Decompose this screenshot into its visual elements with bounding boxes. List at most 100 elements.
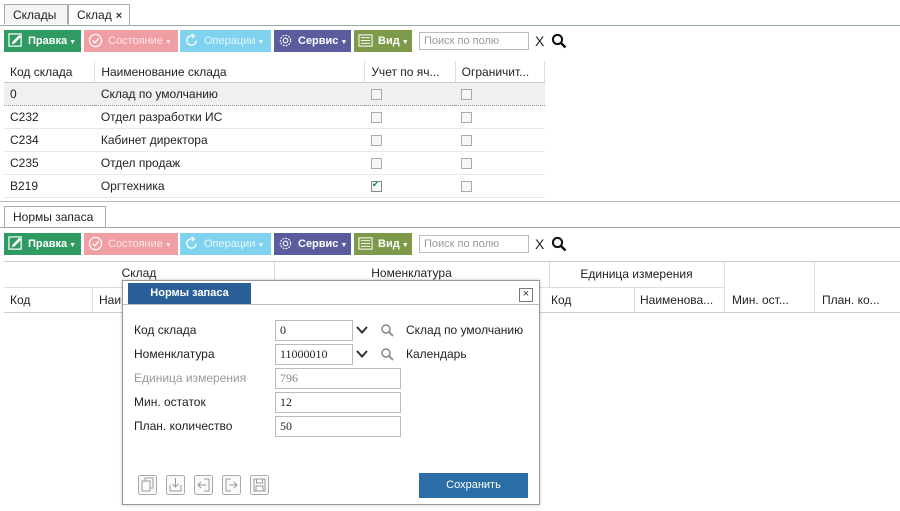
cell-limit — [455, 174, 545, 198]
checkbox[interactable] — [461, 112, 473, 124]
checkbox[interactable] — [370, 112, 382, 124]
chevron-down-icon[interactable] — [355, 323, 369, 337]
checkbox[interactable] — [461, 181, 473, 193]
edit-button-label: Правка — [28, 35, 68, 47]
cell-limit — [455, 151, 545, 175]
import-icon[interactable] — [194, 475, 213, 495]
dialog-close-button[interactable]: × — [519, 288, 533, 302]
save-button[interactable]: Сохранить — [419, 473, 528, 498]
service-button[interactable]: Сервис ▼ — [274, 233, 351, 255]
col-header-name[interactable]: Наименование склада — [94, 61, 366, 83]
export-icon[interactable] — [222, 475, 241, 495]
view-button[interactable]: Вид ▼ — [354, 233, 412, 255]
table-row[interactable]: C234 Кабинет директора — [4, 128, 545, 152]
chevron-down-icon[interactable] — [355, 347, 369, 361]
view-button[interactable]: Вид ▼ — [354, 30, 412, 52]
service-button-label: Сервис — [298, 35, 339, 47]
chevron-down-icon: ▼ — [164, 242, 172, 249]
tab-warehouse[interactable]: Склад × — [68, 4, 130, 26]
gear-icon — [279, 34, 292, 47]
list-view-icon — [358, 237, 373, 250]
operations-button[interactable]: Операции ▼ — [180, 30, 271, 52]
edit-icon — [8, 236, 22, 250]
operations-button-label: Операции — [204, 238, 256, 250]
search-input[interactable]: Поиск по полю — [419, 235, 529, 253]
col-header-limit[interactable]: Ограничит... — [455, 61, 546, 83]
dialog-title-divider — [123, 304, 539, 305]
checkbox[interactable] — [461, 89, 473, 101]
chevron-down-icon: ▼ — [340, 39, 348, 46]
stock-norms-dialog: Нормы запаса × Код склада 0 Склад по умо… — [122, 280, 540, 505]
edit-button[interactable]: Правка ▼ — [4, 233, 81, 255]
col-header-unit-name[interactable]: Наименова... — [640, 293, 713, 307]
col-divider — [92, 288, 93, 312]
service-button[interactable]: Сервис ▼ — [274, 30, 351, 52]
cell-name: Оргтехника — [94, 174, 365, 198]
chevron-down-icon: ▼ — [401, 39, 409, 46]
checkbox[interactable] — [370, 158, 382, 170]
clear-search-button[interactable]: X — [535, 236, 544, 252]
cell-accounting — [364, 174, 456, 198]
col-divider — [724, 288, 725, 312]
col-header-unit-code[interactable]: Код — [551, 293, 571, 307]
service-button-label: Сервис — [298, 238, 339, 250]
tabs-divider — [0, 25, 900, 26]
edit-button[interactable]: Правка ▼ — [4, 30, 81, 52]
col-header-plan-qty[interactable]: План. ко... — [822, 293, 880, 307]
table-row[interactable]: 0 Склад по умолчанию — [4, 82, 545, 106]
cell-name: Кабинет директора — [94, 128, 365, 152]
col-header-cell-accounting[interactable]: Учет по яч... — [364, 61, 456, 83]
section-divider — [0, 201, 900, 202]
min-stock-field[interactable]: 12 — [275, 392, 401, 413]
search-icon[interactable] — [380, 347, 394, 361]
checkbox[interactable] — [461, 158, 473, 170]
checkbox-checked[interactable] — [370, 179, 382, 193]
search-icon[interactable] — [551, 33, 567, 49]
status-button[interactable]: Состояние ▼ — [84, 30, 178, 52]
plan-qty-field[interactable]: 50 — [275, 416, 401, 437]
copy-icon[interactable] — [138, 475, 157, 495]
checkbox[interactable] — [370, 135, 382, 147]
clear-search-button[interactable]: X — [535, 33, 544, 49]
table-row[interactable]: C232 Отдел разработки ИС — [4, 105, 545, 129]
search-input[interactable]: Поиск по полю — [419, 32, 529, 50]
download-icon[interactable] — [166, 475, 185, 495]
col-header-code[interactable]: Код склада — [4, 61, 96, 83]
unit-label: Единица измерения — [134, 371, 247, 385]
nomenclature-field[interactable]: 11000010 — [275, 344, 353, 365]
checkbox[interactable] — [461, 135, 473, 147]
plan-qty-label: План. количество — [134, 419, 233, 433]
cell-code: C234 — [4, 128, 95, 152]
warehouse-code-label: Код склада — [134, 323, 197, 337]
chevron-down-icon: ▼ — [69, 242, 77, 249]
tab-warehouses-label: Склады — [13, 8, 57, 22]
dialog-title: Нормы запаса — [128, 283, 251, 304]
search-icon[interactable] — [551, 236, 567, 252]
col-header-name[interactable]: Наи — [99, 293, 121, 307]
gear-icon — [279, 237, 292, 250]
col-header-min-stock[interactable]: Мин. ост... — [732, 293, 789, 307]
refresh-icon — [186, 236, 197, 249]
search-icon[interactable] — [380, 323, 394, 337]
close-tab-icon[interactable]: × — [116, 10, 122, 22]
check-circle-icon — [88, 236, 103, 251]
warehouse-code-field[interactable]: 0 — [275, 320, 353, 341]
chevron-down-icon: ▼ — [257, 39, 265, 46]
col-header-code[interactable]: Код — [10, 293, 30, 307]
status-button[interactable]: Состояние ▼ — [84, 233, 178, 255]
table-header-row: Код склада Наименование склада Учет по я… — [4, 61, 546, 83]
tab-stock-norms-label: Нормы запаса — [13, 210, 94, 224]
tab-warehouses[interactable]: Склады — [4, 4, 68, 24]
cell-accounting — [364, 151, 456, 175]
operations-button[interactable]: Операции ▼ — [180, 233, 271, 255]
table-row[interactable]: B219 Оргтехника — [4, 174, 545, 198]
checkbox[interactable] — [370, 89, 382, 101]
cell-name: Склад по умолчанию — [94, 82, 365, 106]
view-button-label: Вид — [378, 238, 400, 250]
warehouses-table: Код склада Наименование склада Учет по я… — [4, 61, 546, 198]
tab-warehouse-label: Склад — [77, 8, 112, 22]
edit-button-label: Правка — [28, 238, 68, 250]
tab-stock-norms[interactable]: Нормы запаса — [4, 206, 106, 228]
save-disk-icon[interactable] — [250, 475, 269, 495]
table-row[interactable]: C235 Отдел продаж — [4, 151, 545, 175]
